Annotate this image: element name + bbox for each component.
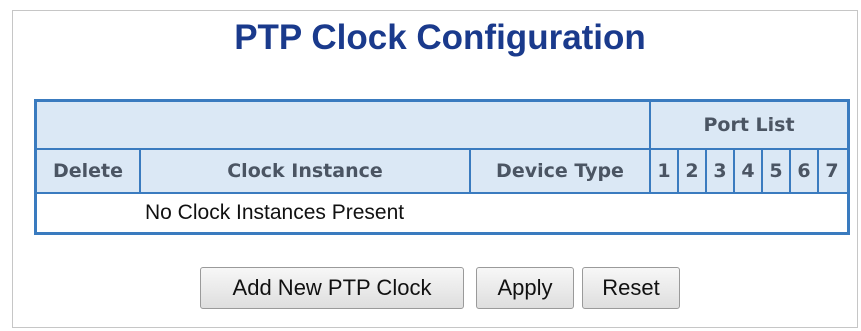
table-header-group-row: Port List	[37, 102, 847, 150]
port-header-4: 4	[741, 160, 755, 182]
clock-table: Port List Delete Clock Instance Device T…	[34, 99, 850, 235]
add-new-ptp-clock-button[interactable]: Add New PTP Clock	[200, 267, 464, 309]
port-header-2: 2	[685, 160, 699, 182]
apply-button[interactable]: Apply	[476, 267, 574, 309]
port-header-1: 1	[657, 160, 671, 182]
table-row: No Clock Instances Present	[37, 194, 847, 232]
empty-message: No Clock Instances Present	[145, 201, 405, 224]
port-header-5: 5	[769, 160, 783, 182]
table-header-row: Delete Clock Instance Device Type 123456…	[37, 150, 847, 194]
device-type-header: Device Type	[496, 160, 624, 182]
clock-instance-header: Clock Instance	[227, 160, 383, 182]
reset-button[interactable]: Reset	[582, 267, 680, 309]
port-header-3: 3	[713, 160, 727, 182]
port-header-7: 7	[825, 160, 839, 182]
delete-header: Delete	[52, 160, 124, 182]
port-header-6: 6	[797, 160, 811, 182]
page-title: PTP Clock Configuration	[234, 18, 646, 57]
port-list-header: Port List	[703, 114, 795, 136]
